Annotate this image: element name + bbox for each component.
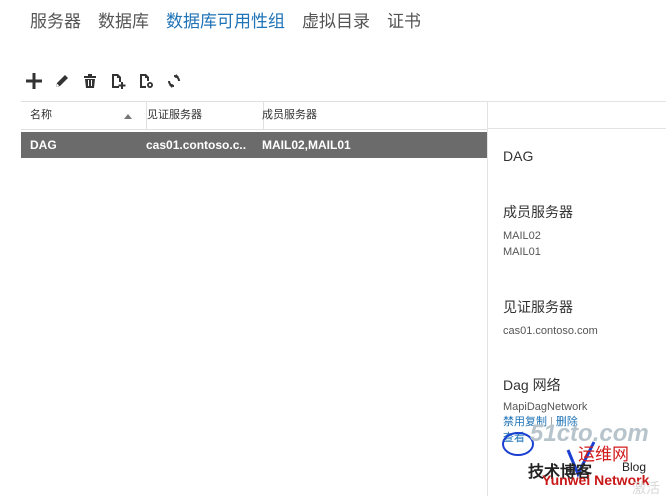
refresh-icon[interactable] xyxy=(162,70,186,92)
tab-databases[interactable]: 数据库 xyxy=(98,10,149,36)
details-witness-heading: 见证服务器 xyxy=(503,299,573,315)
tab-virtual-directories[interactable]: 虚拟目录 xyxy=(302,10,370,36)
details-dag-name: DAG xyxy=(503,148,534,164)
details-member-2: MAIL01 xyxy=(503,246,541,258)
column-header-witness[interactable]: 见证服务器 xyxy=(138,102,264,129)
watermark-activate: 激活 xyxy=(632,480,660,496)
details-header-border xyxy=(487,128,666,129)
column-header-name[interactable]: 名称 xyxy=(21,102,147,129)
delete-network-link[interactable]: 删除 xyxy=(556,416,578,428)
details-top-border xyxy=(487,101,666,102)
view-network-link[interactable]: 查看 xyxy=(503,432,525,444)
column-header-members[interactable]: 成员服务器 xyxy=(255,102,484,129)
table-row[interactable]: DAG cas01.contoso.c... MAIL02,MAIL01 xyxy=(21,132,487,158)
top-nav-tabs: 服务器 数据库 数据库可用性组 虚拟目录 证书 xyxy=(30,10,438,36)
toolbar xyxy=(22,70,190,92)
tab-certificates[interactable]: 证书 xyxy=(387,10,421,36)
edit-icon[interactable] xyxy=(50,70,74,92)
link-separator: | xyxy=(550,416,553,428)
disable-replication-link[interactable]: 禁用复制 xyxy=(503,416,547,428)
cell-members: MAIL02,MAIL01 xyxy=(262,138,351,152)
add-server-icon[interactable] xyxy=(106,70,130,92)
details-witness-value: cas01.contoso.com xyxy=(503,325,598,337)
details-network-heading: Dag 网络 xyxy=(503,377,561,393)
details-members-heading: 成员服务器 xyxy=(503,204,573,220)
tab-servers[interactable]: 服务器 xyxy=(30,10,81,36)
delete-icon[interactable] xyxy=(78,70,102,92)
dag-grid: 名称 见证服务器 成员服务器 DAG cas01.contoso.c... MA… xyxy=(21,101,487,158)
tab-dag[interactable]: 数据库可用性组 xyxy=(166,10,285,36)
watermark-brand: Yunwei Network xyxy=(542,472,650,488)
watermark-line1: 运维网 xyxy=(578,445,629,464)
details-member-1: MAIL02 xyxy=(503,230,541,242)
watermark-blog: Blog xyxy=(622,460,647,474)
cell-witness: cas01.contoso.c... xyxy=(146,138,246,152)
grid-header: 名称 见证服务器 成员服务器 xyxy=(21,101,487,130)
watermark-line2: 技术博客 xyxy=(528,464,593,481)
network-settings-icon[interactable] xyxy=(134,70,158,92)
sort-ascending-icon xyxy=(124,114,132,119)
details-network-name: MapiDagNetwork xyxy=(503,401,588,413)
details-network-actions: 禁用复制 | 删除 xyxy=(503,414,578,430)
details-divider xyxy=(487,101,488,496)
plus-icon[interactable] xyxy=(22,70,46,92)
details-view-row: 查看 xyxy=(503,430,525,446)
cell-name: DAG xyxy=(30,138,57,152)
